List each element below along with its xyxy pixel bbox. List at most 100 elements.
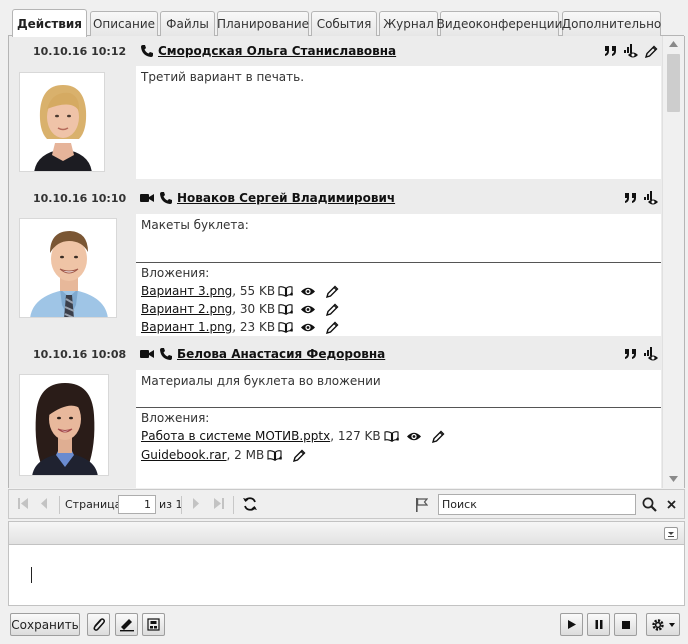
- attachment-row: Guidebook.rar , 2 MB: [141, 446, 306, 464]
- actions-feed: 10.10.16 10:12 Смородская Ольга Станисла…: [8, 36, 685, 488]
- attachment-link[interactable]: Вариант 3.png: [141, 284, 232, 298]
- save-button-label: Сохранить: [11, 617, 79, 632]
- author-link[interactable]: Новаков Сергей Владимирович: [177, 191, 395, 205]
- pencil-icon[interactable]: [326, 303, 339, 316]
- attachment-row: Вариант 3.png , 55 KB: [141, 282, 339, 300]
- video-camera-icon: [140, 192, 155, 204]
- entry-date: 10.10.16 10:12: [33, 45, 127, 58]
- eye-icon[interactable]: [300, 322, 316, 333]
- entry-date: 10.10.16 10:08: [33, 348, 127, 361]
- signal-eye-icon[interactable]: [643, 347, 659, 361]
- tab-actions[interactable]: Действия: [12, 9, 87, 37]
- attachment-link[interactable]: Работа в системе МОТИВ.pptx: [141, 429, 330, 443]
- author-link[interactable]: Смородская Ольга Станиславовна: [158, 44, 396, 58]
- attachment-size: , 2 MB: [226, 448, 265, 462]
- tab-additional[interactable]: Дополнительно: [562, 11, 661, 36]
- author-row: Смородская Ольга Станиславовна: [140, 44, 396, 58]
- close-icon[interactable]: [667, 500, 676, 509]
- tab-journal[interactable]: Журнал: [379, 11, 438, 36]
- eye-icon[interactable]: [406, 431, 422, 442]
- page-number-input[interactable]: [118, 495, 156, 514]
- phone-icon: [159, 347, 173, 361]
- tab-events[interactable]: События: [311, 11, 377, 36]
- play-icon: [567, 620, 576, 629]
- play-button[interactable]: [560, 613, 583, 636]
- message-divider: [136, 407, 661, 408]
- scroll-thumb[interactable]: [667, 54, 680, 112]
- eye-icon[interactable]: [300, 286, 316, 297]
- page-label: Страница: [65, 498, 122, 511]
- feed-entry: 10.10.16 10:10 Новаков Сергей Владимиров…: [9, 188, 662, 336]
- pager-separator: [181, 496, 182, 514]
- last-page-icon[interactable]: [213, 497, 225, 510]
- entry-tools: [624, 347, 659, 361]
- scroll-up-icon[interactable]: [669, 41, 678, 47]
- scroll-down-icon[interactable]: [669, 476, 678, 482]
- signal-eye-icon[interactable]: [643, 191, 659, 205]
- avatar: [19, 374, 109, 476]
- video-camera-icon: [140, 348, 155, 360]
- author-link[interactable]: Белова Анастасия Федоровна: [177, 347, 385, 361]
- pencil-icon[interactable]: [326, 285, 339, 298]
- quote-icon[interactable]: [604, 45, 617, 57]
- attach-button[interactable]: [87, 613, 110, 636]
- attachment-row: Вариант 1.png , 23 KB: [141, 318, 339, 336]
- prev-page-icon[interactable]: [39, 497, 49, 510]
- signature-button[interactable]: [115, 613, 138, 636]
- stop-icon: [621, 620, 630, 629]
- stop-button[interactable]: [614, 613, 637, 636]
- attachment-size: , 127 KB: [330, 429, 381, 443]
- flag-icon[interactable]: [415, 498, 428, 512]
- avatar-photo-woman-dark-hair: [20, 375, 108, 475]
- magnifier-icon[interactable]: [642, 497, 657, 512]
- entry-tools: [604, 44, 658, 58]
- entry-date: 10.10.16 10:10: [33, 192, 127, 205]
- message-box: Макеты буклета: Вложения: Вариант 3.png …: [136, 214, 661, 336]
- next-page-icon[interactable]: [191, 497, 201, 510]
- tab-videoconferences[interactable]: Видеоконференции: [437, 11, 562, 36]
- pause-icon: [595, 620, 602, 629]
- open-book-icon[interactable]: [384, 430, 400, 442]
- tab-description[interactable]: Описание: [90, 11, 158, 36]
- feed-scrollbar[interactable]: [662, 36, 684, 488]
- comment-editor[interactable]: [8, 545, 685, 606]
- pause-button[interactable]: [587, 613, 610, 636]
- search-input[interactable]: [438, 494, 636, 515]
- attachment-link[interactable]: Вариант 2.png: [141, 302, 232, 316]
- pencil-icon[interactable]: [326, 321, 339, 334]
- pencil-icon[interactable]: [645, 45, 658, 58]
- quote-icon[interactable]: [624, 348, 637, 360]
- open-book-icon[interactable]: [278, 285, 294, 297]
- editor-collapse-button[interactable]: [664, 527, 678, 540]
- message-text: Макеты буклета:: [141, 218, 249, 232]
- pencil-icon[interactable]: [293, 449, 306, 462]
- avatar-photo-man-blue-shirt: [20, 219, 116, 317]
- attachment-link[interactable]: Вариант 1.png: [141, 320, 232, 334]
- eye-icon[interactable]: [300, 304, 316, 315]
- tab-files[interactable]: Файлы: [160, 11, 215, 36]
- text-caret: [31, 567, 32, 583]
- attachment-link[interactable]: Guidebook.rar: [141, 448, 227, 462]
- settings-dropdown-button[interactable]: [646, 613, 680, 636]
- refresh-icon[interactable]: [242, 496, 258, 512]
- tab-planning[interactable]: Планирование: [217, 11, 309, 36]
- open-book-icon[interactable]: [267, 449, 283, 461]
- phone-icon: [159, 191, 173, 205]
- page-total-label: из 1: [159, 498, 183, 511]
- open-book-icon[interactable]: [278, 321, 294, 333]
- entry-tools: [624, 191, 659, 205]
- quote-icon[interactable]: [624, 192, 637, 204]
- pencil-icon[interactable]: [431, 430, 445, 443]
- open-book-icon[interactable]: [278, 303, 294, 315]
- save-button[interactable]: Сохранить: [10, 613, 80, 636]
- template-button[interactable]: [142, 613, 165, 636]
- first-page-icon[interactable]: [17, 497, 29, 510]
- pager-separator: [233, 496, 234, 514]
- gear-icon: [652, 618, 675, 631]
- tab-bar: Действия Описание Файлы Планирование Соб…: [0, 0, 688, 37]
- template-icon: [147, 618, 160, 631]
- signal-eye-icon[interactable]: [623, 44, 639, 58]
- message-box: Третий вариант в печать.: [136, 66, 661, 179]
- avatar-photo-woman-blonde: [20, 73, 104, 171]
- attachment-size: , 55 KB: [232, 284, 276, 298]
